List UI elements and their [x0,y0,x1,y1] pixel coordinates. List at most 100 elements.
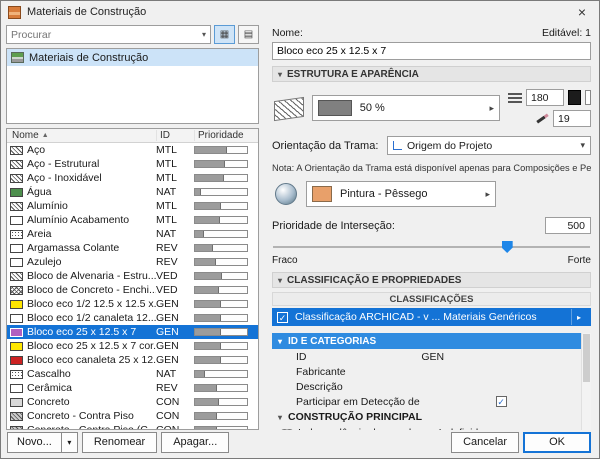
close-icon[interactable]: × [567,2,597,22]
material-name: Bloco eco 1/2 canaleta 12... [27,312,156,324]
tree-view-button[interactable]: ▦ [214,25,235,44]
material-row[interactable]: Bloco de Alvenaria - Estru... VED [7,269,258,283]
sort-icon: ▲ [41,132,49,139]
material-row[interactable]: Concreto CON [7,395,258,409]
section-id-categories[interactable]: ▾ ID E CATEGORIAS [272,333,581,349]
priority-slider[interactable] [272,240,591,253]
foreground-pen-chip[interactable] [568,90,581,105]
material-row[interactable]: Cerâmica REV [7,381,258,395]
surface-sphere-icon [275,183,297,205]
priority-bar [194,216,248,224]
material-row[interactable]: Bloco eco 1/2 12.5 x 12.5 x... GEN [7,297,258,311]
material-swatch [10,369,23,379]
material-name: Alumínio Acabamento [27,214,130,226]
classification-expand-button[interactable]: ▸ [571,309,586,325]
dialog-body: ▾ ▦ ▤ Materiais de Construção Nome ▲ ID [1,23,599,430]
priority-label: Prioridade de Interseção: [272,219,395,232]
list-view-button[interactable]: ▤ [238,25,259,44]
material-row[interactable]: Bloco eco 1/2 canaleta 12... GEN [7,311,258,325]
ok-button[interactable]: OK [523,431,591,453]
prop-row-descricao[interactable]: Descrição [272,379,581,394]
material-swatch [10,145,23,155]
new-dropdown-button[interactable]: ▾ [60,431,78,453]
material-row[interactable]: Aço MTL [7,143,258,157]
material-row[interactable]: Areia NAT [7,227,258,241]
material-row[interactable]: Concreto - Contra Piso (C... CON [7,423,258,429]
background-pen-field[interactable]: 19 [553,110,591,127]
column-name[interactable]: Nome ▲ [7,130,156,141]
prop-row-participar[interactable]: Participar em Detecção de ... ✓ [272,394,581,409]
surface-picker[interactable]: Pintura - Pêssego ▸ [306,181,496,207]
orientation-dropdown[interactable]: Origem do Projeto ▾ [387,136,591,155]
material-name: Cascalho [27,368,71,380]
material-row[interactable]: Argamassa Colante REV [7,241,258,255]
fill-pattern-picker[interactable]: 50 % ▸ [311,95,500,121]
material-row[interactable]: Concreto - Contra Piso CON [7,409,258,423]
tree-root-item[interactable]: Materiais de Construção [7,49,258,66]
properties-scrollbar[interactable] [581,333,591,430]
material-row[interactable]: Alumínio Acabamento MTL [7,213,258,227]
material-name: Alumínio [27,200,68,212]
rename-button[interactable]: Renomear [81,431,158,453]
priority-bar [194,272,248,280]
material-priority [194,230,258,238]
material-row[interactable]: Água NAT [7,185,258,199]
foreground-pen-field[interactable]: 180 [526,89,564,106]
background-pen-chip[interactable] [585,90,591,105]
material-priority [194,384,258,392]
material-row[interactable]: Alumínio MTL [7,199,258,213]
classification-text: Classificação ARCHICAD - v ... Materiais… [295,311,537,323]
material-priority [194,160,258,168]
material-name-input[interactable] [272,42,591,60]
material-row[interactable]: Aço - Inoxidável MTL [7,171,258,185]
section-classification-properties[interactable]: ▾ CLASSIFICAÇÃO E PROPRIEDADES [272,272,591,288]
column-priority[interactable]: Prioridade [194,130,258,141]
material-row[interactable]: Cascalho NAT [7,367,258,381]
material-id: MTL [156,214,177,226]
prop-row-fabricante[interactable]: Fabricante [272,364,581,379]
materials-table: Nome ▲ ID Prioridade Aço MTL Aço - Estru… [6,128,259,430]
material-swatch [10,411,23,421]
group-construcao-principal[interactable]: ▾ CONSTRUÇÃO PRINCIPAL [272,409,581,425]
chain-link-icon [280,428,294,430]
priority-slider-handle[interactable] [501,241,513,253]
search-box[interactable]: ▾ [6,25,211,44]
cancel-button[interactable]: Cancelar [451,431,520,453]
material-name: Cerâmica [27,382,72,394]
material-priority [194,328,258,336]
material-id: GEN [156,340,179,352]
window-title: Materiais de Construção [27,6,147,18]
search-input[interactable] [11,28,202,41]
pencil-icon [536,113,549,124]
material-id: CON [156,410,180,422]
delete-button[interactable]: Apagar... [161,431,230,453]
surface-swatch [312,186,332,202]
material-priority [194,300,258,308]
column-id[interactable]: ID [156,130,194,141]
properties-area: ▾ ID E CATEGORIAS ID GEN Fabricante Desc… [272,333,591,430]
chevron-down-icon: ▾ [278,412,283,422]
material-row[interactable]: Azulejo REV [7,255,258,269]
classification-row[interactable]: ✓ Classificação ARCHICAD - v ... Materia… [272,308,591,326]
material-priority [194,342,258,350]
priority-value-field[interactable]: 500 [545,217,591,234]
section-structure-appearance[interactable]: ▾ ESTRUTURA E APARÊNCIA [272,66,591,82]
collision-detection-checkbox[interactable]: ✓ [495,396,507,407]
material-row[interactable]: Bloco de Concreto - Enchi... VED [7,283,258,297]
new-button[interactable]: Novo... [7,431,61,453]
fill-swatch [317,100,352,116]
material-row[interactable]: Aço - Estrutural MTL [7,157,258,171]
prop-row-id[interactable]: ID GEN [272,349,581,364]
material-swatch [10,341,23,351]
material-row[interactable]: Bloco eco 25 x 12.5 x 7 cor... GEN [7,339,258,353]
fill-row: 50 % ▸ 180 19 [272,89,591,127]
material-row[interactable]: Bloco eco canaleta 25 x 12... GEN [7,353,258,367]
classification-checkbox[interactable]: ✓ [277,311,288,323]
scrollbar-thumb[interactable] [583,334,590,382]
material-row[interactable]: Bloco eco 25 x 12.5 x 7 GEN [7,325,258,339]
search-chevron-icon[interactable]: ▾ [202,30,206,39]
chevron-right-icon: ▸ [485,188,490,199]
chevron-down-icon: ▾ [580,140,585,150]
weak-label: Fraco [272,255,298,266]
material-priority [194,370,258,378]
